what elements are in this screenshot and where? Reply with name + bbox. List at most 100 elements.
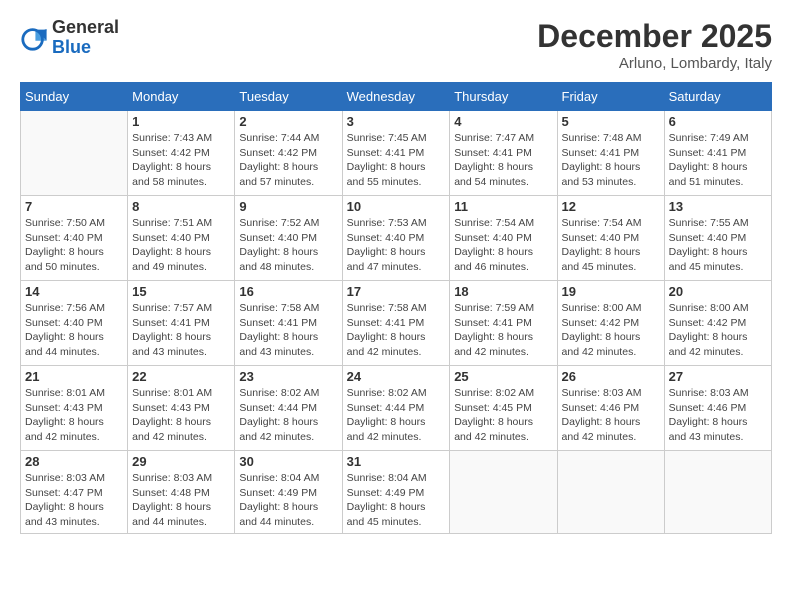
table-row: 19Sunrise: 8:00 AMSunset: 4:42 PMDayligh… [557,281,664,366]
day-number: 22 [132,369,230,384]
day-info: Sunrise: 7:48 AMSunset: 4:41 PMDaylight:… [562,131,660,190]
table-row: 8 Sunrise: 7:51 AMSunset: 4:40 PMDaylight… [128,196,235,281]
day-info: Sunrise: 8:04 AMSunset: 4:49 PMDaylight:… [347,471,446,530]
table-row: 26 Sunrise: 8:03 AMSunset: 4:46 PMDayligh… [557,366,664,451]
day-info: Sunrise: 8:03 AMSunset: 4:48 PMDaylight:… [132,471,230,530]
table-row: 2 Sunrise: 7:44 AMSunset: 4:42 PMDaylight… [235,111,342,196]
table-row [21,111,128,196]
col-wednesday: Wednesday [342,83,450,111]
day-info: Sunrise: 7:55 AMSunset: 4:40 PMDaylight:… [669,216,767,275]
table-row: 13 Sunrise: 7:55 AMSunset: 4:40 PMDayligh… [664,196,771,281]
day-number: 21 [25,369,123,384]
day-info: Sunrise: 8:01 AMSunset: 4:43 PMDaylight:… [132,386,230,445]
day-number: 24 [347,369,446,384]
day-number: 31 [347,454,446,469]
day-number: 7 [25,199,123,214]
day-number: 11 [454,199,552,214]
day-info: Sunrise: 7:59 AMSunset: 4:41 PMDaylight:… [454,301,552,360]
day-number: 30 [239,454,337,469]
table-row: 28 Sunrise: 8:03 AMSunset: 4:47 PMDayligh… [21,451,128,534]
col-friday: Friday [557,83,664,111]
day-number: 17 [347,284,446,299]
logo-text: General Blue [52,18,119,58]
table-row: 1 Sunrise: 7:43 AMSunset: 4:42 PMDaylight… [128,111,235,196]
day-info: Sunrise: 8:02 AMSunset: 4:45 PMDaylight:… [454,386,552,445]
day-info: Sunrise: 8:00 AMSunset: 4:42 PMDaylight:… [669,301,767,360]
table-row: 5 Sunrise: 7:48 AMSunset: 4:41 PMDaylight… [557,111,664,196]
table-row: 7 Sunrise: 7:50 AMSunset: 4:40 PMDaylight… [21,196,128,281]
table-row: 15Sunrise: 7:57 AMSunset: 4:41 PMDayligh… [128,281,235,366]
day-info: Sunrise: 7:54 AMSunset: 4:40 PMDaylight:… [454,216,552,275]
day-number: 19 [562,284,660,299]
day-info: Sunrise: 7:53 AMSunset: 4:40 PMDaylight:… [347,216,446,275]
day-number: 6 [669,114,767,129]
day-number: 2 [239,114,337,129]
col-sunday: Sunday [21,83,128,111]
title-area: December 2025 Arluno, Lombardy, Italy [537,18,772,72]
day-info: Sunrise: 7:50 AMSunset: 4:40 PMDaylight:… [25,216,123,275]
table-row: 24Sunrise: 8:02 AMSunset: 4:44 PMDayligh… [342,366,450,451]
calendar-header-row: Sunday Monday Tuesday Wednesday Thursday… [21,83,772,111]
table-row: 17 Sunrise: 7:58 AMSunset: 4:41 PMDayligh… [342,281,450,366]
logo: General Blue [20,18,119,58]
day-number: 3 [347,114,446,129]
day-number: 23 [239,369,337,384]
day-number: 27 [669,369,767,384]
day-info: Sunrise: 7:45 AMSunset: 4:41 PMDaylight:… [347,131,446,190]
location: Arluno, Lombardy, Italy [537,55,772,72]
table-row: 14 Sunrise: 7:56 AMSunset: 4:40 PMDayligh… [21,281,128,366]
day-number: 9 [239,199,337,214]
table-row: 11 Sunrise: 7:54 AMSunset: 4:40 PMDayligh… [450,196,557,281]
day-info: Sunrise: 7:56 AMSunset: 4:40 PMDaylight:… [25,301,123,360]
day-info: Sunrise: 7:51 AMSunset: 4:40 PMDaylight:… [132,216,230,275]
day-info: Sunrise: 7:58 AMSunset: 4:41 PMDaylight:… [347,301,446,360]
logo-blue: Blue [52,38,119,58]
day-info: Sunrise: 7:49 AMSunset: 4:41 PMDaylight:… [669,131,767,190]
main-container: General Blue December 2025 Arluno, Lomba… [0,0,792,544]
table-row: 3 Sunrise: 7:45 AMSunset: 4:41 PMDaylight… [342,111,450,196]
day-number: 15 [132,284,230,299]
table-row: 20 Sunrise: 8:00 AMSunset: 4:42 PMDayligh… [664,281,771,366]
day-number: 8 [132,199,230,214]
day-number: 29 [132,454,230,469]
table-row: 30 Sunrise: 8:04 AMSunset: 4:49 PMDayligh… [235,451,342,534]
col-tuesday: Tuesday [235,83,342,111]
day-info: Sunrise: 7:58 AMSunset: 4:41 PMDaylight:… [239,301,337,360]
table-row: 12 Sunrise: 7:54 AMSunset: 4:40 PMDayligh… [557,196,664,281]
table-row: 10Sunrise: 7:53 AMSunset: 4:40 PMDayligh… [342,196,450,281]
day-info: Sunrise: 8:03 AMSunset: 4:46 PMDaylight:… [562,386,660,445]
table-row: 6 Sunrise: 7:49 AMSunset: 4:41 PMDaylight… [664,111,771,196]
day-info: Sunrise: 8:02 AMSunset: 4:44 PMDaylight:… [239,386,337,445]
day-number: 12 [562,199,660,214]
table-row: 4Sunrise: 7:47 AMSunset: 4:41 PMDaylight… [450,111,557,196]
table-row [664,451,771,534]
table-row: 23 Sunrise: 8:02 AMSunset: 4:44 PMDayligh… [235,366,342,451]
day-number: 16 [239,284,337,299]
calendar-table: Sunday Monday Tuesday Wednesday Thursday… [20,82,772,534]
table-row: 22 Sunrise: 8:01 AMSunset: 4:43 PMDayligh… [128,366,235,451]
day-number: 28 [25,454,123,469]
table-row: 31 Sunrise: 8:04 AMSunset: 4:49 PMDayligh… [342,451,450,534]
col-thursday: Thursday [450,83,557,111]
day-number: 13 [669,199,767,214]
table-row [450,451,557,534]
day-info: Sunrise: 7:54 AMSunset: 4:40 PMDaylight:… [562,216,660,275]
header: General Blue December 2025 Arluno, Lomba… [20,18,772,72]
logo-general: General [52,18,119,38]
day-info: Sunrise: 7:52 AMSunset: 4:40 PMDaylight:… [239,216,337,275]
day-number: 25 [454,369,552,384]
day-info: Sunrise: 7:44 AMSunset: 4:42 PMDaylight:… [239,131,337,190]
day-number: 14 [25,284,123,299]
day-number: 26 [562,369,660,384]
day-number: 18 [454,284,552,299]
col-monday: Monday [128,83,235,111]
table-row: 9 Sunrise: 7:52 AMSunset: 4:40 PMDaylight… [235,196,342,281]
day-number: 5 [562,114,660,129]
day-info: Sunrise: 7:43 AMSunset: 4:42 PMDaylight:… [132,131,230,190]
table-row: 21Sunrise: 8:01 AMSunset: 4:43 PMDayligh… [21,366,128,451]
day-info: Sunrise: 8:04 AMSunset: 4:49 PMDaylight:… [239,471,337,530]
day-info: Sunrise: 8:03 AMSunset: 4:47 PMDaylight:… [25,471,123,530]
day-number: 20 [669,284,767,299]
table-row: 27Sunrise: 8:03 AMSunset: 4:46 PMDayligh… [664,366,771,451]
day-number: 1 [132,114,230,129]
